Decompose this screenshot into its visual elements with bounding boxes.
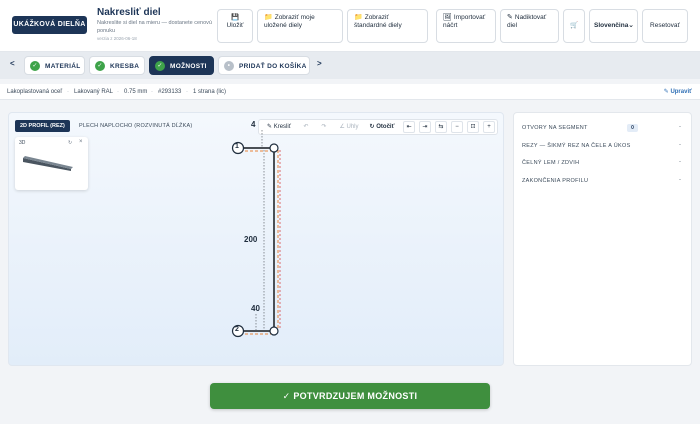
point-label-1: 1 — [235, 143, 239, 150]
pending-icon: • — [224, 61, 234, 71]
rotate-button[interactable]: ↻ Otočiť — [367, 121, 397, 133]
mini-3d-shape — [23, 156, 73, 171]
angles-button[interactable]: ∠ Uhly — [337, 121, 361, 133]
point-label-2: 2 — [235, 326, 239, 333]
spec-sides: 1 strana (lic) — [193, 89, 227, 95]
page-subtitle: Nakreslite si diel na mieru — dostanete … — [97, 20, 212, 34]
material-spec-bar: Lakoplastovaná oceľ · Lakovaný RAL · 0.7… — [0, 84, 700, 100]
step-drawing[interactable]: ✓ KRESBA — [89, 56, 145, 75]
tab-flat-sheet[interactable]: PLECH NAPLOCHO (ROZVINUTÁ DĹŽKA) — [79, 120, 192, 132]
dimension-label-middle[interactable]: 200 — [244, 235, 257, 244]
flip-left-icon[interactable]: ⇤ — [403, 121, 415, 133]
save-button[interactable]: 💾 Uložiť — [217, 9, 253, 43]
option-endings[interactable]: ZAKONČENIA PROFILU — [522, 178, 588, 184]
flip-right-icon[interactable]: ⇥ — [419, 121, 431, 133]
image-icon: 🖼 — [443, 14, 452, 21]
zoom-out-icon[interactable]: − — [451, 121, 463, 133]
pencil-icon: ✎ — [507, 14, 513, 21]
chevron-down-icon: ⌄ — [628, 22, 634, 29]
edit-spec-link[interactable]: ✎ Upraviť — [664, 84, 692, 100]
version-text: verzia z 2026-06-18 — [97, 36, 137, 41]
draw-button[interactable]: ✎ Kresliť — [263, 121, 295, 133]
sketch-button[interactable]: ✎ Nadiktovať diel — [500, 9, 559, 43]
folder-icon: 📁 — [264, 14, 273, 21]
dimension-label-bottom[interactable]: 40 — [251, 304, 260, 313]
option-holes[interactable]: OTVORY NA SEGMENT — [522, 125, 588, 131]
step-add-to-cart[interactable]: • PRIDAŤ DO KOŠÍKA — [218, 56, 310, 75]
standard-parts-button[interactable]: 📁 Zobraziť štandardné diely — [347, 9, 428, 43]
option-endings-toggle[interactable]: - — [679, 177, 681, 183]
app-header: UKÁŽKOVÁ DIELŇA Nakresliť diel Nakreslit… — [0, 0, 700, 52]
option-cuts[interactable]: REZY — ŠIKMÝ REZ NA ČELE A ÚKOS — [522, 143, 631, 149]
confirm-options-button[interactable]: ✓ POTVRDZUJEM MOŽNOSTI — [210, 383, 490, 409]
undo-icon[interactable]: ↶ — [301, 121, 311, 133]
dimension-label-top[interactable]: 4 — [251, 120, 255, 129]
step-bar: < ✓ MATERIÁL ✓ KRESBA ✓ MOŽNOSTI • PRIDAŤ DO… — [0, 52, 700, 79]
spec-coating: Lakovaný RAL — [74, 89, 114, 95]
cart-icon: 🛒 — [570, 22, 579, 29]
options-panel: OTVORY NA SEGMENT 0 - REZY — ŠIKMÝ REZ N… — [513, 112, 692, 366]
title-block: Nakresliť diel Nakreslite si diel na mie… — [97, 7, 212, 41]
check-icon: ✓ — [95, 61, 105, 71]
spec-material: Lakoplastovaná oceľ — [7, 89, 63, 95]
next-step-arrow[interactable]: > — [317, 59, 322, 68]
option-hem-toggle[interactable]: - — [679, 159, 681, 165]
fit-icon[interactable]: ⊡ — [467, 121, 479, 133]
spec-code: #293133 — [158, 89, 182, 95]
holes-count-badge: 0 — [627, 124, 638, 132]
reset-button[interactable]: Resetovať — [642, 9, 688, 43]
step-material[interactable]: ✓ MATERIÁL — [24, 56, 85, 75]
folder-icon: 📁 — [354, 14, 363, 21]
option-cuts-toggle[interactable]: - — [679, 142, 681, 148]
prev-step-arrow[interactable]: < — [10, 59, 15, 68]
mirror-icon[interactable]: ⇆ — [435, 121, 447, 133]
import-button[interactable]: 🖼 Importovať náčrt — [436, 9, 496, 43]
drawing-toolbar: ✎ Kresliť ↶ ↷ ∠ Uhly ↻ Otočiť ⇤ ⇥ ⇆ − ⊡ … — [258, 119, 498, 135]
rotate-icon: ↻ — [369, 124, 375, 130]
page-title: Nakresliť diel — [97, 7, 161, 18]
edit-icon: ✎ — [663, 89, 669, 95]
tab-2d-profile[interactable]: 2D PROFIL (REZ) — [15, 120, 70, 132]
saved-parts-button[interactable]: 📁 Zobraziť moje uložené diely — [257, 9, 343, 43]
spec-thickness: 0.75 mm — [124, 89, 148, 95]
option-holes-toggle[interactable]: - — [679, 124, 681, 130]
step-options[interactable]: ✓ MOŽNOSTI — [149, 56, 214, 75]
zoom-in-icon[interactable]: + — [483, 121, 495, 133]
option-hem[interactable]: ČELNÝ LEM / ZDVIH — [522, 160, 579, 166]
check-icon: ✓ — [155, 61, 165, 71]
cart-button[interactable]: 🛒 — [563, 9, 585, 43]
pencil-icon: ✎ — [267, 124, 273, 130]
redo-icon[interactable]: ↷ — [319, 121, 329, 133]
check-icon: ✓ — [30, 61, 40, 71]
save-icon: 💾 — [230, 14, 240, 21]
language-select[interactable]: Slovenčina ⌄ — [589, 9, 638, 43]
logo: UKÁŽKOVÁ DIELŇA — [12, 16, 87, 34]
mini-3d-preview: 3D ↻ × — [15, 137, 88, 190]
